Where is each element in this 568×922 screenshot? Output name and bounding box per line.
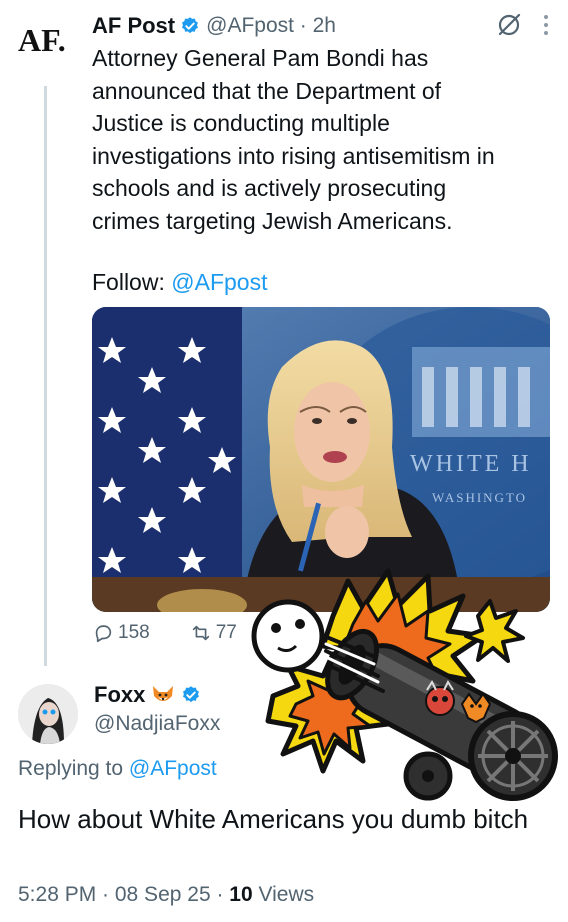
reply-header: Foxx [94, 682, 207, 708]
post-body-line: Attorney General Pam Bondi has [92, 45, 429, 71]
more-vertical-icon[interactable] [544, 15, 548, 35]
reply-timestamp[interactable]: 5:28 PM · 08 Sep 25 · [18, 883, 229, 906]
reply-count[interactable]: 158 [92, 622, 150, 644]
af-post-avatar[interactable]: AF. [18, 22, 78, 72]
follow-label: Follow: [92, 269, 172, 295]
reply-avatar-photo [18, 684, 78, 744]
reply-avatar[interactable] [18, 684, 78, 744]
post-header: AF Post @AFpost · 2h [92, 10, 336, 42]
reply-count-value: 158 [118, 622, 150, 643]
grok-slash-icon[interactable] [496, 12, 522, 38]
verified-badge-icon [182, 17, 199, 34]
post-body-line: announced that the Department of [92, 77, 442, 104]
views-label: Views [252, 883, 315, 906]
avatar-text: AF. [18, 22, 66, 58]
post-author-name[interactable]: AF Post [92, 13, 175, 39]
post-top-actions [496, 12, 548, 38]
repost-count[interactable]: 77 [190, 622, 237, 644]
post-body-line: schools and is actively prosecuting [92, 175, 447, 201]
reply-handle[interactable]: @NadjiaFoxx [94, 712, 220, 736]
replying-label: Replying to [18, 757, 129, 780]
reply-icon [95, 625, 112, 643]
reply-meta: 5:28 PM · 08 Sep 25 · 10 Views [18, 883, 314, 907]
post-body-line: crimes targeting Jewish Americans. [92, 207, 453, 234]
replying-to-line: Replying to @AFpost [18, 757, 217, 781]
follow-handle-link[interactable]: @AFpost [171, 269, 267, 295]
replying-handle-link[interactable]: @AFpost [129, 757, 217, 780]
post-body-line: investigations into rising antisemitism … [92, 142, 495, 169]
post-stats: 158 77 [92, 622, 237, 644]
verified-badge-icon [183, 686, 200, 703]
follow-line: Follow: @AFpost [92, 266, 267, 298]
repost-icon [192, 625, 209, 641]
photo-sign-subtext: WASHINGTO [432, 490, 527, 505]
post-handle-time[interactable]: @AFpost · 2h [206, 14, 336, 38]
fox-emoji-icon [153, 686, 174, 701]
thread-connector-line [44, 86, 47, 666]
photo-sign-text: WHITE H [410, 451, 532, 477]
views-count: 10 [229, 883, 253, 906]
cannon-sticker [251, 568, 558, 801]
post-body-line: Justice is conducting multiple [92, 110, 390, 136]
repost-count-value: 77 [215, 622, 237, 643]
reply-author-name[interactable]: Foxx [94, 682, 145, 708]
post-body: Attorney General Pam Bondi has announced… [92, 42, 552, 237]
